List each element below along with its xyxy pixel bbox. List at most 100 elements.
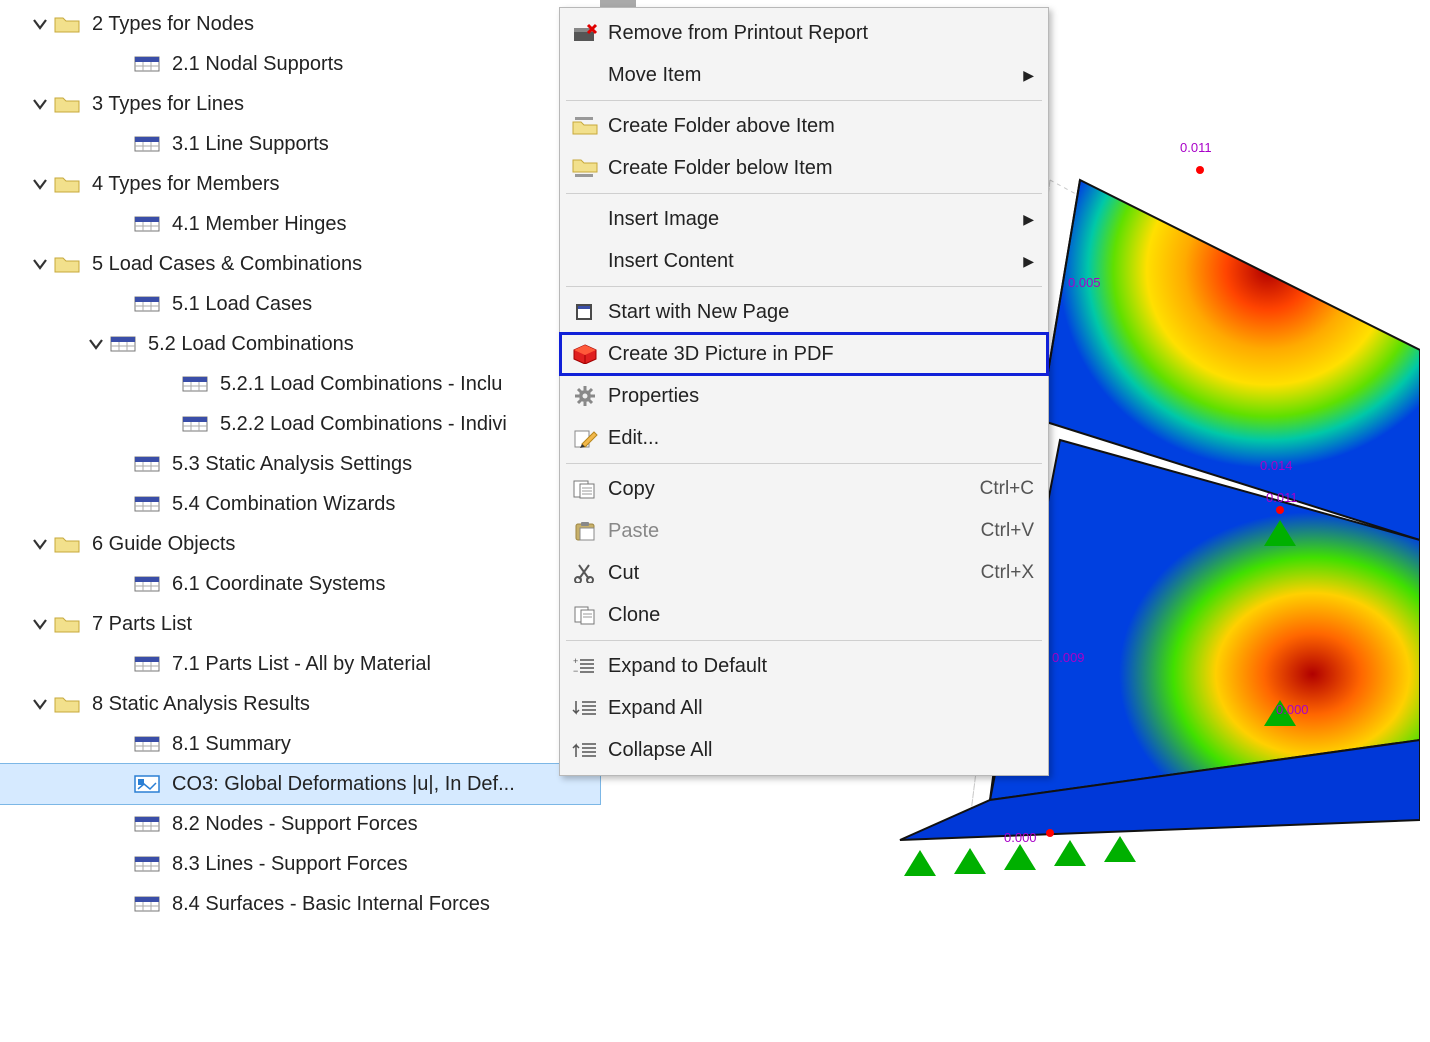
table-icon xyxy=(180,412,210,436)
tree-item[interactable]: 6 Guide Objects xyxy=(0,524,600,564)
menu-item-label: Cut xyxy=(602,562,981,585)
menu-item-expand-to-default[interactable]: +−Expand to Default xyxy=(560,645,1048,687)
tree-item[interactable]: 2 Types for Nodes xyxy=(0,4,600,44)
tree-item[interactable]: 8 Static Analysis Results xyxy=(0,684,600,724)
svg-text:+: + xyxy=(573,656,578,666)
tree-item-label: 5.2.2 Load Combinations - Indivi xyxy=(220,413,507,436)
chevron-down-icon[interactable] xyxy=(28,254,52,274)
tree-item-label: 5.2.1 Load Combinations - Inclu xyxy=(220,373,502,396)
menu-separator xyxy=(566,193,1042,194)
tree-item-label: 3.1 Line Supports xyxy=(172,133,329,156)
collapse-all-icon xyxy=(568,740,602,760)
menu-separator xyxy=(566,100,1042,101)
tree-item[interactable]: 5.1 Load Cases xyxy=(0,284,600,324)
tree-item[interactable]: 5.2 Load Combinations xyxy=(0,324,600,364)
image-icon xyxy=(132,772,162,796)
tree-item[interactable]: 5.4 Combination Wizards xyxy=(0,484,600,524)
menu-item-collapse-all[interactable]: Collapse All xyxy=(560,729,1048,771)
tree-item[interactable]: 3.1 Line Supports xyxy=(0,124,600,164)
chevron-down-icon[interactable] xyxy=(28,614,52,634)
menu-item-label: Create Folder above Item xyxy=(602,115,1034,138)
tree-item[interactable]: 5 Load Cases & Combinations xyxy=(0,244,600,284)
chevron-down-icon[interactable] xyxy=(28,94,52,114)
menu-item-label: Clone xyxy=(602,604,1034,627)
folder-icon xyxy=(52,532,82,556)
table-icon xyxy=(132,732,162,756)
menu-item-label: Paste xyxy=(602,520,981,543)
gear-icon xyxy=(568,386,602,406)
svg-text:−: − xyxy=(573,666,578,676)
tree-item[interactable]: CO3: Global Deformations |u|, In Def... xyxy=(0,764,600,804)
menu-item-clone[interactable]: Clone xyxy=(560,594,1048,636)
tree-item-label: 5.4 Combination Wizards xyxy=(172,493,395,516)
menu-item-remove-from-printout-report[interactable]: Remove from Printout Report xyxy=(560,12,1048,54)
tree-item[interactable]: 5.2.1 Load Combinations - Inclu xyxy=(0,364,600,404)
menu-item-properties[interactable]: Properties xyxy=(560,375,1048,417)
menu-shortcut: Ctrl+C xyxy=(980,478,1034,500)
cube3d-icon xyxy=(568,344,602,364)
menu-item-paste: PasteCtrl+V xyxy=(560,510,1048,552)
menu-item-label: Collapse All xyxy=(602,739,1034,762)
table-icon xyxy=(132,492,162,516)
tree-item-label: 6.1 Coordinate Systems xyxy=(172,573,385,596)
menu-item-expand-all[interactable]: Expand All xyxy=(560,687,1048,729)
navigator-tree[interactable]: 2 Types for Nodes 2.1 Nodal Supports 3 Typ… xyxy=(0,0,600,928)
tree-item[interactable]: 8.1 Summary xyxy=(0,724,600,764)
tree-item[interactable]: 8.2 Nodes - Support Forces xyxy=(0,804,600,844)
menu-shortcut: Ctrl+X xyxy=(981,562,1034,584)
plot-value: 0.009 xyxy=(1052,650,1085,665)
tree-item[interactable]: 4.1 Member Hinges xyxy=(0,204,600,244)
chevron-down-icon[interactable] xyxy=(28,14,52,34)
tree-item[interactable]: 8.3 Lines - Support Forces xyxy=(0,844,600,884)
remove-icon xyxy=(568,23,602,43)
menu-item-move-item[interactable]: Move Item▶ xyxy=(560,54,1048,96)
edit-icon xyxy=(568,428,602,448)
table-icon xyxy=(108,332,138,356)
tree-item-label: 4.1 Member Hinges xyxy=(172,213,347,236)
menu-item-label: Create Folder below Item xyxy=(602,157,1034,180)
tree-item[interactable]: 4 Types for Members xyxy=(0,164,600,204)
tree-item[interactable]: 6.1 Coordinate Systems xyxy=(0,564,600,604)
menu-item-cut[interactable]: CutCtrl+X xyxy=(560,552,1048,594)
tree-item-label: 8 Static Analysis Results xyxy=(92,693,310,716)
folder-icon xyxy=(52,172,82,196)
menu-item-label: Create 3D Picture in PDF xyxy=(602,343,1034,366)
chevron-down-icon[interactable] xyxy=(28,174,52,194)
menu-item-create-3d-picture-in-pdf[interactable]: Create 3D Picture in PDF xyxy=(560,333,1048,375)
chevron-down-icon[interactable] xyxy=(84,334,108,354)
tree-item-label: CO3: Global Deformations |u|, In Def... xyxy=(172,773,515,796)
menu-item-insert-image[interactable]: Insert Image▶ xyxy=(560,198,1048,240)
tree-item[interactable]: 8.4 Surfaces - Basic Internal Forces xyxy=(0,884,600,924)
tree-item[interactable]: 2.1 Nodal Supports xyxy=(0,44,600,84)
menu-item-copy[interactable]: CopyCtrl+C xyxy=(560,468,1048,510)
tree-item-label: 8.1 Summary xyxy=(172,733,291,756)
menu-item-edit[interactable]: Edit... xyxy=(560,417,1048,459)
menu-item-start-with-new-page[interactable]: Start with New Page xyxy=(560,291,1048,333)
tree-item[interactable]: 7.1 Parts List - All by Material xyxy=(0,644,600,684)
tree-item-label: 8.2 Nodes - Support Forces xyxy=(172,813,418,836)
tree-item-label: 5.2 Load Combinations xyxy=(148,333,354,356)
table-icon xyxy=(132,452,162,476)
menu-item-create-folder-above-item[interactable]: Create Folder above Item xyxy=(560,105,1048,147)
tree-item-label: 6 Guide Objects xyxy=(92,533,235,556)
tree-item-label: 2.1 Nodal Supports xyxy=(172,53,343,76)
menu-item-label: Expand All xyxy=(602,697,1034,720)
tree-item[interactable]: 5.2.2 Load Combinations - Indivi xyxy=(0,404,600,444)
chevron-down-icon[interactable] xyxy=(28,694,52,714)
tree-item-label: 2 Types for Nodes xyxy=(92,13,254,36)
tree-item[interactable]: 3 Types for Lines xyxy=(0,84,600,124)
menu-item-insert-content[interactable]: Insert Content▶ xyxy=(560,240,1048,282)
plot-value: 0.000 xyxy=(1004,830,1037,845)
menu-item-label: Move Item xyxy=(602,64,1020,87)
page-icon xyxy=(568,302,602,322)
menu-item-label: Remove from Printout Report xyxy=(602,22,1034,45)
chevron-down-icon[interactable] xyxy=(28,534,52,554)
menu-item-create-folder-below-item[interactable]: Create Folder below Item xyxy=(560,147,1048,189)
tree-item-label: 8.4 Surfaces - Basic Internal Forces xyxy=(172,893,490,916)
tree-item-label: 3 Types for Lines xyxy=(92,93,244,116)
context-menu[interactable]: Remove from Printout Report Move Item▶ Cre… xyxy=(559,7,1049,776)
tree-item-label: 4 Types for Members xyxy=(92,173,279,196)
tree-item[interactable]: 7 Parts List xyxy=(0,604,600,644)
tree-item[interactable]: 5.3 Static Analysis Settings xyxy=(0,444,600,484)
paste-icon xyxy=(568,521,602,541)
